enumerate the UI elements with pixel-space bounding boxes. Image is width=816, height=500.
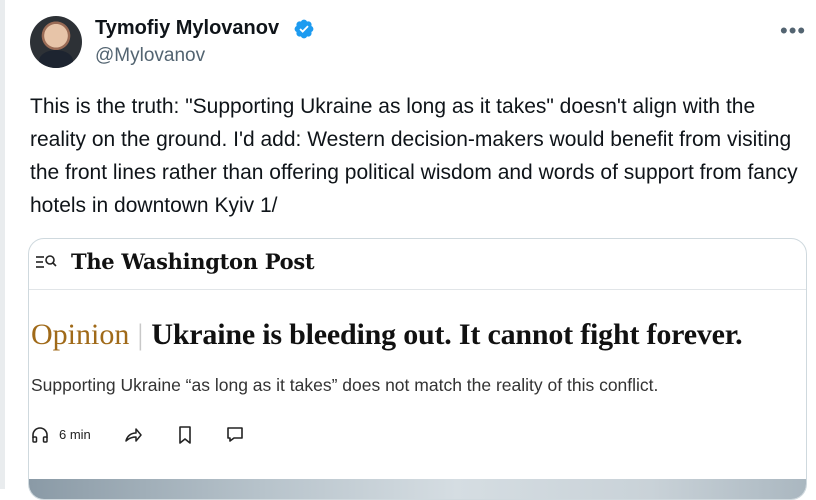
bookmark-icon[interactable] bbox=[177, 425, 193, 445]
masthead: The Washington Post bbox=[71, 249, 315, 274]
headline-separator: | bbox=[137, 318, 144, 351]
avatar[interactable] bbox=[30, 16, 82, 68]
headline-text: Ukraine is bleeding out. It cannot fight… bbox=[151, 318, 743, 351]
article-subheadline: Supporting Ukraine “as long as it takes”… bbox=[31, 375, 659, 395]
headphones-icon[interactable] bbox=[31, 426, 49, 444]
menu-search-icon[interactable] bbox=[35, 251, 57, 273]
author-display-name[interactable]: Tymofiy Mylovanov bbox=[95, 16, 279, 40]
read-time: 6 min bbox=[59, 427, 91, 442]
more-options-icon[interactable]: ••• bbox=[780, 18, 806, 44]
article-headline[interactable]: Opinion | Ukraine is bleeding out. It cann… bbox=[31, 315, 743, 355]
link-preview-card[interactable]: The Washington Post Opinion | Ukraine is b… bbox=[28, 238, 807, 500]
article-actions: 6 min bbox=[31, 425, 331, 445]
tweet-text: This is the truth: "Supporting Ukraine a… bbox=[30, 95, 798, 217]
left-edge-divider bbox=[0, 0, 5, 489]
section-label: Opinion bbox=[31, 318, 130, 351]
card-header: The Washington Post bbox=[29, 239, 806, 290]
comment-icon[interactable] bbox=[226, 425, 244, 445]
author-handle[interactable]: @Mylovanov bbox=[95, 44, 205, 68]
article-image[interactable] bbox=[29, 479, 806, 499]
share-icon[interactable] bbox=[123, 425, 143, 445]
verified-badge-icon bbox=[294, 19, 314, 39]
